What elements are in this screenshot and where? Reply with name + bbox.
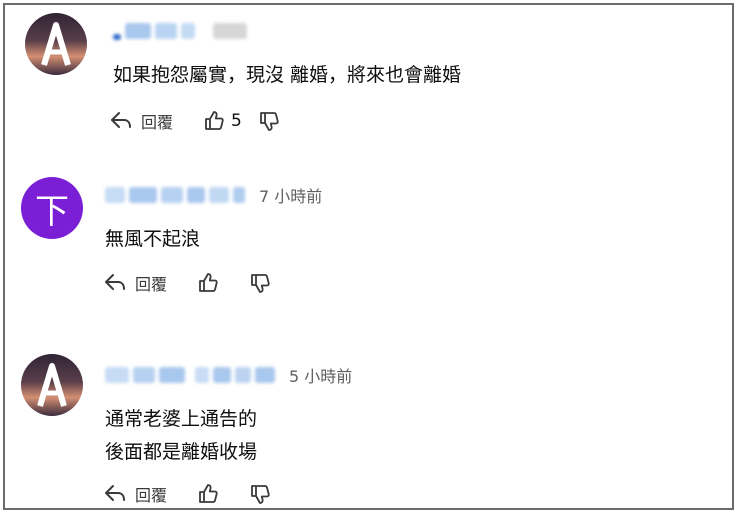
reply-button[interactable]: 回覆 (103, 271, 197, 295)
comment-text: 無風不起浪 (105, 228, 201, 250)
thumbs-up-icon (197, 272, 219, 294)
comment-header: 5 小時前 (105, 363, 352, 387)
like-count: 5 (231, 111, 242, 131)
like-button[interactable]: 5 (203, 110, 258, 132)
author-name-blurred[interactable] (113, 22, 247, 40)
like-button[interactable] (197, 483, 219, 505)
avatar[interactable] (25, 13, 87, 75)
reply-button[interactable]: 回覆 (103, 482, 197, 506)
comments-panel: 如果抱怨屬實，現沒 離婚，將來也會離婚 回覆 5 下 7 小時前 無風不起浪 回… (3, 3, 734, 510)
author-name-blurred[interactable] (105, 186, 245, 204)
avatar-a-image (25, 13, 87, 75)
comment-text: 如果抱怨屬實，現沒 離婚，將來也會離婚 (113, 64, 462, 86)
like-button[interactable] (197, 272, 219, 294)
comment-header: 7 小時前 (105, 183, 322, 207)
thumbs-up-icon (203, 110, 225, 132)
dislike-button[interactable] (258, 110, 280, 132)
thumbs-up-icon (197, 483, 219, 505)
comment-text: 通常老婆上通告的 後面都是離婚收場 (105, 408, 258, 463)
comment-header (113, 19, 247, 43)
reply-label: 回覆 (135, 486, 168, 505)
comment-timestamp[interactable]: 5 小時前 (289, 363, 352, 387)
reply-label: 回覆 (141, 113, 174, 132)
avatar-a-image (21, 354, 83, 416)
thumbs-down-icon (249, 272, 271, 294)
thumbs-down-icon (258, 110, 280, 132)
reply-arrow-icon (103, 272, 127, 294)
comment-actions: 回覆 5 (109, 107, 280, 135)
avatar[interactable] (21, 354, 83, 416)
dislike-button[interactable] (249, 483, 271, 505)
avatar-letter: 下 (35, 191, 69, 232)
reply-arrow-icon (109, 110, 133, 132)
comment-actions: 回覆 (103, 480, 271, 508)
avatar[interactable]: 下 (21, 177, 83, 239)
dislike-button[interactable] (249, 272, 271, 294)
reply-arrow-icon (103, 483, 127, 505)
reply-button[interactable]: 回覆 (109, 109, 203, 133)
comment-timestamp[interactable]: 7 小時前 (259, 183, 322, 207)
comment-actions: 回覆 (103, 269, 271, 297)
reply-label: 回覆 (135, 275, 168, 294)
thumbs-down-icon (249, 483, 271, 505)
author-name-blurred[interactable] (105, 366, 275, 384)
